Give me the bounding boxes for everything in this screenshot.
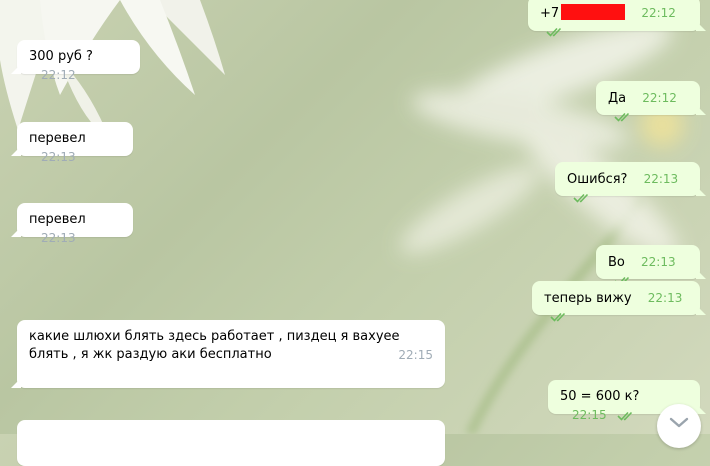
message-time: 22:13 (647, 291, 683, 305)
message-bubble-outgoing[interactable]: Во 22:13 (596, 245, 706, 286)
message-time: 22:13 (643, 172, 679, 186)
double-check-icon (550, 312, 566, 322)
message-text: 300 руб ? (29, 49, 93, 64)
message-text: перевел (29, 212, 86, 227)
message-bubble-incoming[interactable] (17, 420, 445, 466)
scroll-to-bottom-button[interactable] (657, 404, 701, 448)
double-check-icon (617, 411, 632, 421)
double-check-icon (614, 112, 630, 122)
double-check-icon (546, 27, 562, 37)
message-text: 50 = 600 к? (560, 389, 640, 404)
message-bubble-incoming[interactable]: какие шлюхи блять здесь работает , пизде… (11, 320, 445, 388)
message-text: +7 (540, 6, 560, 21)
message-text: перевел (29, 131, 86, 146)
message-text: Во (608, 255, 625, 270)
message-time: 22:15 (572, 408, 607, 422)
message-bubble-incoming[interactable]: перевел 22:13 (11, 203, 133, 245)
message-text: теперь вижу (544, 291, 632, 306)
message-time: 22:12 (641, 6, 676, 20)
message-bubble-outgoing[interactable]: теперь вижу 22:13 (532, 281, 706, 322)
message-bubble-outgoing[interactable]: +7 22:12 (528, 0, 706, 37)
message-bubble-outgoing[interactable]: Да 22:12 (596, 81, 706, 122)
message-time: 22:13 (641, 255, 676, 269)
message-text: Да (608, 91, 627, 106)
message-time: 22:13 (41, 150, 76, 164)
message-time: 22:12 (642, 91, 677, 105)
message-bubble-outgoing[interactable]: Ошибся? 22:13 (555, 162, 706, 203)
message-list[interactable]: +7 22:12 300 руб ? 22:12 Да 22:12 переве… (0, 0, 710, 466)
message-time: 22:12 (41, 68, 76, 82)
redaction-block (561, 4, 626, 20)
message-time: 22:13 (41, 231, 76, 245)
chevron-down-icon (669, 417, 689, 428)
message-bubble-incoming[interactable]: перевел 22:13 (11, 122, 133, 164)
message-text: Ошибся? (567, 172, 628, 187)
double-check-icon (573, 193, 589, 203)
message-bubble-incoming[interactable]: 300 руб ? 22:12 (11, 40, 140, 82)
